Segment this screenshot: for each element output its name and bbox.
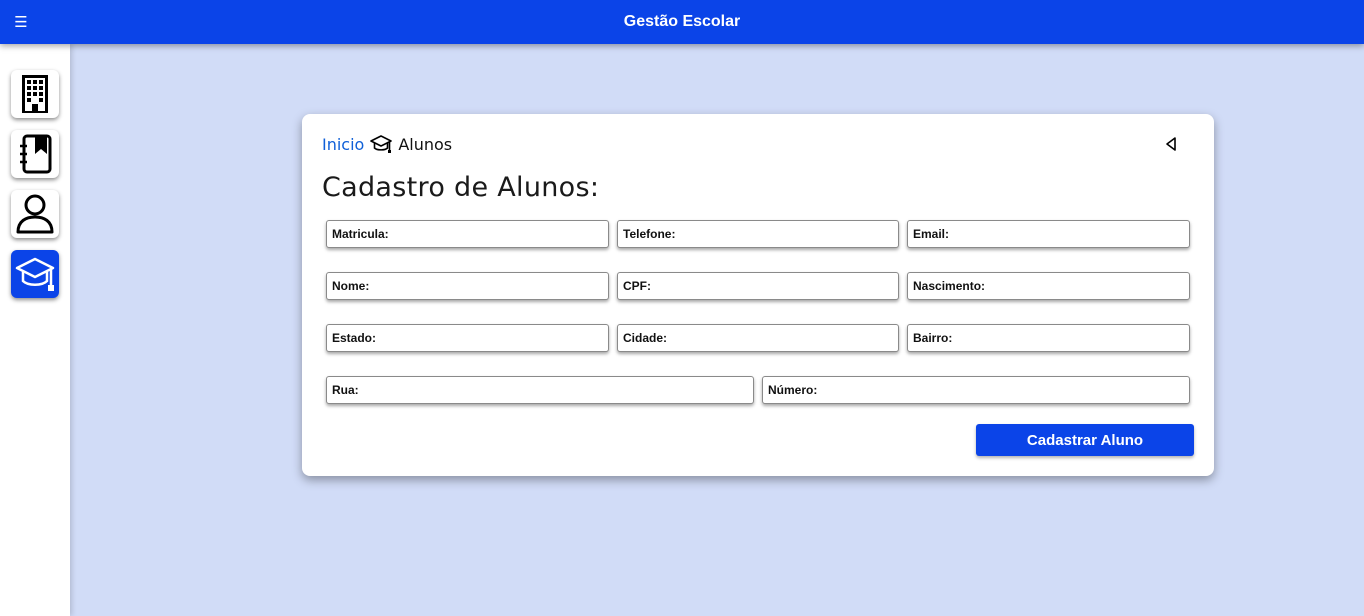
breadcrumb-home-link[interactable]: Inicio: [322, 135, 364, 154]
numero-input[interactable]: [817, 377, 1189, 403]
caret-left-icon[interactable]: [1164, 136, 1178, 152]
graduation-cap-icon: [370, 134, 393, 154]
rua-input[interactable]: [358, 377, 753, 403]
bairro-label: Bairro:: [913, 331, 953, 345]
email-input[interactable]: [949, 221, 1189, 247]
cidade-field[interactable]: Cidade:: [617, 324, 899, 352]
page-title: Cadastro de Alunos:: [322, 172, 600, 203]
telefone-input[interactable]: [675, 221, 898, 247]
sidebar-item-teachers[interactable]: [11, 190, 59, 238]
cpf-input[interactable]: [651, 273, 898, 299]
estado-input[interactable]: [376, 325, 608, 351]
cpf-label: CPF:: [623, 279, 651, 293]
cidade-label: Cidade:: [623, 331, 668, 345]
rua-label: Rua:: [332, 383, 359, 397]
sidebar: [0, 44, 70, 616]
graduation-cap-icon: [15, 257, 55, 291]
nome-input[interactable]: [369, 273, 608, 299]
breadcrumb-current: Alunos: [398, 134, 453, 154]
user-icon: [16, 194, 54, 234]
sidebar-item-school[interactable]: [11, 70, 59, 118]
notebook-bookmark-icon: [20, 134, 52, 174]
nascimento-label: Nascimento:: [913, 279, 986, 293]
numero-label: Número:: [768, 383, 818, 397]
cidade-input[interactable]: [667, 325, 898, 351]
bairro-field[interactable]: Bairro:: [907, 324, 1190, 352]
sidebar-item-subjects[interactable]: [11, 130, 59, 178]
nome-field[interactable]: Nome:: [326, 272, 609, 300]
email-field[interactable]: Email:: [907, 220, 1190, 248]
student-registration-card: Inicio Alunos Cadastro de Alunos: Matric…: [302, 114, 1214, 476]
nome-label: Nome:: [332, 279, 370, 293]
rua-field[interactable]: Rua:: [326, 376, 754, 404]
numero-field[interactable]: Número:: [762, 376, 1190, 404]
nascimento-field[interactable]: Nascimento:: [907, 272, 1190, 300]
app-title: Gestão Escolar: [623, 13, 741, 30]
matricula-field[interactable]: Matricula:: [326, 220, 609, 248]
nascimento-input[interactable]: [985, 273, 1189, 299]
telefone-label: Telefone:: [623, 227, 676, 241]
estado-label: Estado:: [332, 331, 377, 345]
estado-field[interactable]: Estado:: [326, 324, 609, 352]
telefone-field[interactable]: Telefone:: [617, 220, 899, 248]
matricula-input[interactable]: [388, 221, 608, 247]
matricula-label: Matricula:: [332, 227, 389, 241]
hamburger-menu-icon[interactable]: ☰: [12, 12, 30, 32]
cpf-field[interactable]: CPF:: [617, 272, 899, 300]
top-app-bar: ☰ Gestão Escolar: [0, 0, 1364, 44]
building-icon: [22, 75, 48, 113]
sidebar-item-students[interactable]: [11, 250, 59, 298]
bairro-input[interactable]: [952, 325, 1189, 351]
cadastrar-aluno-button[interactable]: Cadastrar Aluno: [976, 424, 1194, 456]
email-label: Email:: [913, 227, 950, 241]
breadcrumb: Inicio Alunos: [322, 133, 452, 155]
